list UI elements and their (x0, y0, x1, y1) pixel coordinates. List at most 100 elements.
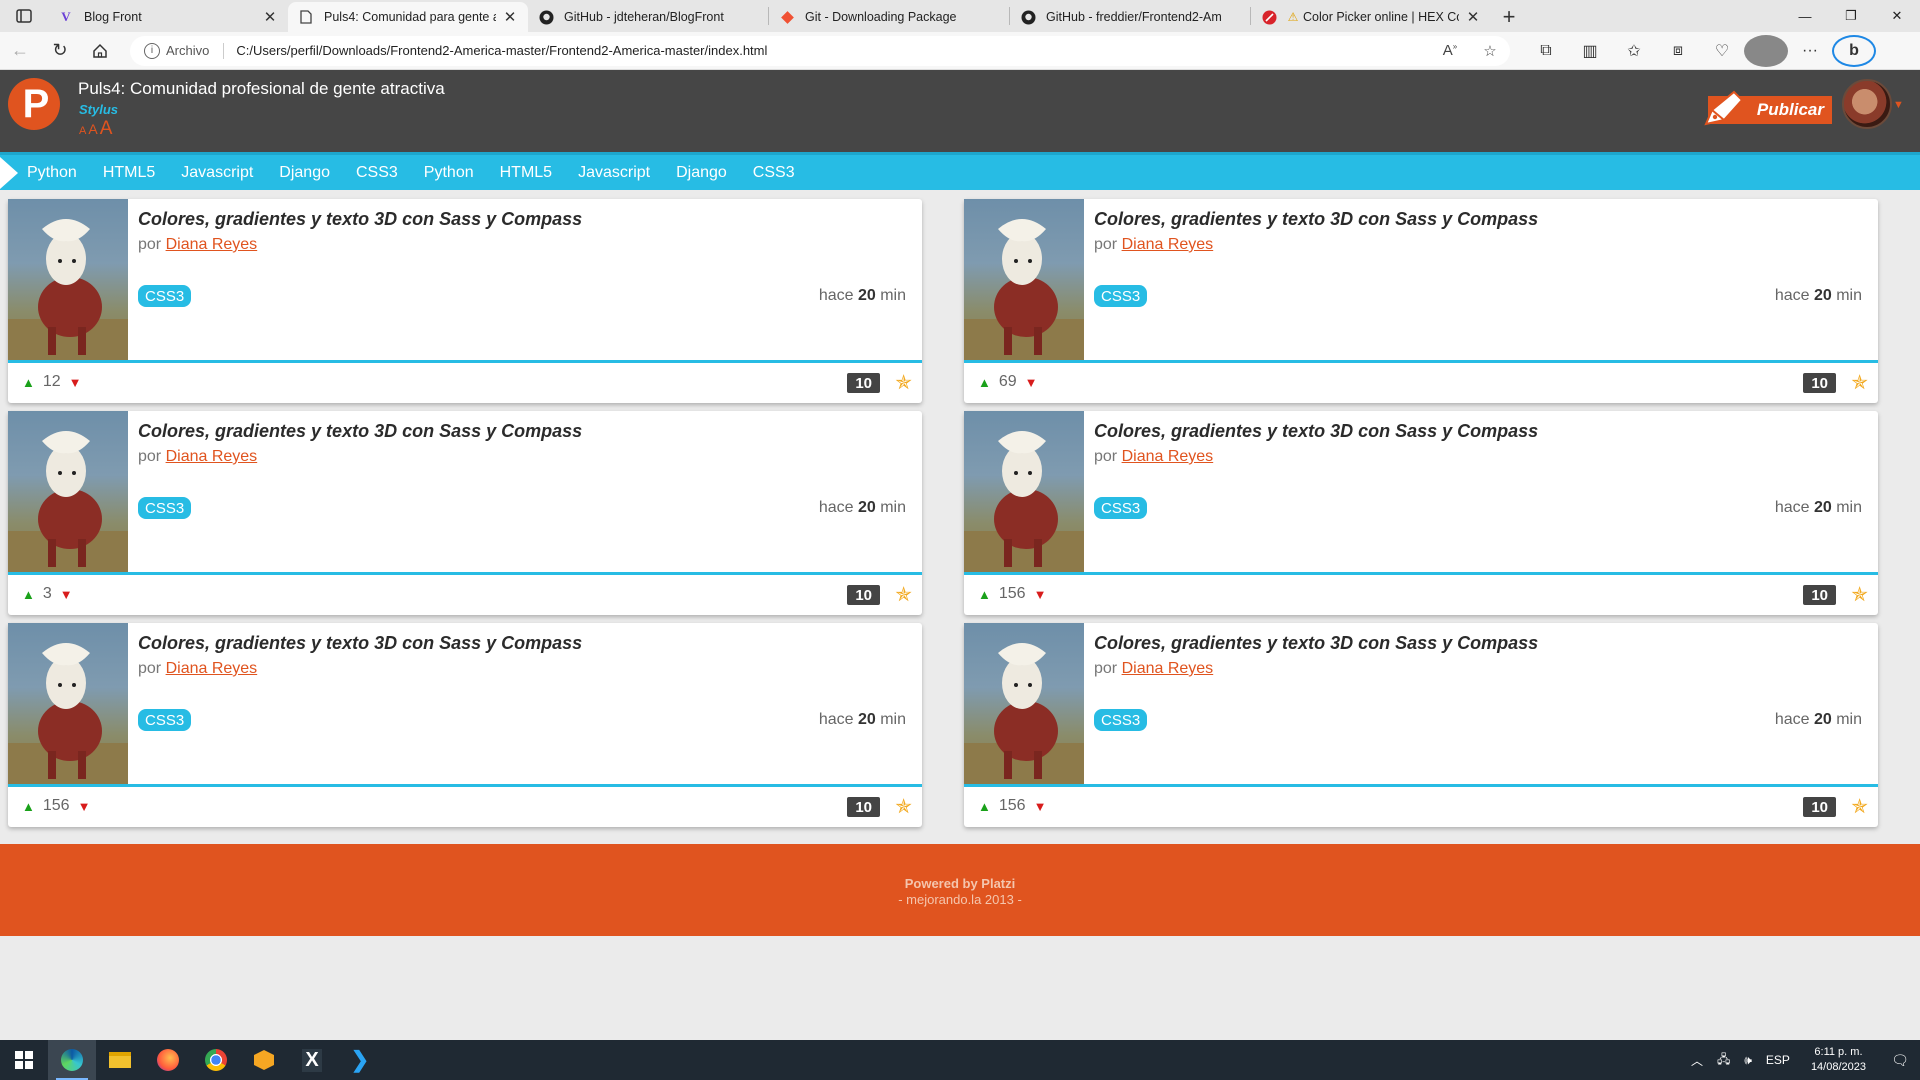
favorite-star-icon[interactable]: ☆ (1470, 42, 1510, 60)
upvote-icon[interactable]: ▲ (22, 375, 35, 390)
nav-tag-django[interactable]: Django (279, 164, 330, 182)
post-thumbnail[interactable] (964, 199, 1084, 360)
notifications-icon[interactable]: 🗨 (1880, 1040, 1920, 1080)
bing-chat-icon[interactable]: b (1832, 34, 1876, 67)
font-size-medium[interactable]: A (88, 121, 97, 137)
post-tag[interactable]: CSS3 (138, 497, 192, 519)
post-tag[interactable]: CSS3 (1094, 285, 1148, 307)
chevron-up-icon[interactable]: ︿ (1691, 1052, 1703, 1069)
downvote-icon[interactable]: ▼ (1025, 375, 1038, 390)
downvote-icon[interactable]: ▼ (69, 375, 82, 390)
star-icon[interactable]: ✯ (895, 794, 912, 819)
site-logo[interactable]: P (8, 78, 60, 130)
author-link[interactable]: Diana Reyes (1122, 660, 1214, 677)
volume-icon[interactable]: 🕪 (1744, 1053, 1752, 1068)
taskbar-x-app[interactable]: X (288, 1040, 336, 1080)
downvote-icon[interactable]: ▼ (1034, 799, 1047, 814)
author-link[interactable]: Diana Reyes (166, 236, 258, 253)
minimize-icon[interactable]: — (1782, 0, 1828, 32)
home-button[interactable] (80, 35, 120, 67)
clock[interactable]: 6:11 p. m. 14/08/2023 (1811, 1045, 1866, 1075)
favorites-icon[interactable]: ✩ (1612, 35, 1656, 67)
start-button[interactable] (0, 1040, 48, 1080)
post-tag[interactable]: CSS3 (138, 285, 192, 307)
nav-tag-css3[interactable]: CSS3 (753, 164, 795, 182)
read-aloud-icon[interactable]: A» (1430, 42, 1470, 59)
upvote-icon[interactable]: ▲ (978, 799, 991, 814)
address-url[interactable]: C:/Users/perfil/Downloads/Frontend2-Amer… (236, 43, 1430, 58)
post-title[interactable]: Colores, gradientes y texto 3D con Sass … (1094, 209, 1538, 230)
author-link[interactable]: Diana Reyes (166, 660, 258, 677)
taskbar-chrome[interactable] (192, 1040, 240, 1080)
browser-tab[interactable]: GitHub - freddier/Frontend2-Am (1010, 2, 1250, 32)
author-link[interactable]: Diana Reyes (1122, 448, 1214, 465)
taskbar-edge[interactable] (48, 1040, 96, 1080)
nav-tag-html5[interactable]: HTML5 (103, 164, 155, 182)
taskbar-file-explorer[interactable] (96, 1040, 144, 1080)
upvote-icon[interactable]: ▲ (22, 799, 35, 814)
post-title[interactable]: Colores, gradientes y texto 3D con Sass … (138, 633, 582, 654)
browser-tab[interactable]: Git - Downloading Package (769, 2, 1009, 32)
network-icon[interactable]: 🖧 (1717, 1050, 1730, 1071)
taskbar-vscode[interactable]: ❯ (336, 1040, 384, 1080)
star-icon[interactable]: ✯ (895, 582, 912, 607)
tab-actions-button[interactable] (0, 0, 48, 32)
font-size-small[interactable]: A (79, 125, 86, 137)
upvote-icon[interactable]: ▲ (978, 587, 991, 602)
chevron-down-icon[interactable]: ▼ (1893, 99, 1904, 111)
avatar[interactable] (1842, 79, 1892, 129)
reload-button[interactable]: ↻ (40, 35, 80, 67)
star-icon[interactable]: ✯ (895, 370, 912, 395)
downvote-icon[interactable]: ▼ (60, 587, 73, 602)
star-icon[interactable]: ✯ (1851, 370, 1868, 395)
close-tab-icon[interactable]: ✕ (262, 8, 278, 26)
browser-essentials-icon[interactable]: ♡ (1700, 35, 1744, 67)
profile-icon[interactable] (1744, 34, 1788, 67)
post-tag[interactable]: CSS3 (1094, 709, 1148, 731)
nav-tag-javascript[interactable]: Javascript (181, 164, 253, 182)
upvote-icon[interactable]: ▲ (978, 375, 991, 390)
restore-icon[interactable]: ❐ (1828, 0, 1874, 32)
browser-tab[interactable]: V Blog Front ✕ (48, 2, 288, 32)
more-menu-icon[interactable]: ··· (1788, 35, 1832, 67)
font-size-large[interactable]: A (100, 118, 113, 140)
post-thumbnail[interactable] (8, 623, 128, 784)
close-tab-icon[interactable]: ✕ (502, 8, 518, 26)
post-thumbnail[interactable] (964, 623, 1084, 784)
browser-tab[interactable]: ⚠ Color Picker online | HEX Colo ✕ (1251, 2, 1491, 32)
nav-tag-python[interactable]: Python (27, 164, 77, 182)
downvote-icon[interactable]: ▼ (1034, 587, 1047, 602)
post-thumbnail[interactable] (964, 411, 1084, 572)
star-icon[interactable]: ✯ (1851, 582, 1868, 607)
split-screen-icon[interactable]: ▥ (1568, 35, 1612, 67)
post-thumbnail[interactable] (8, 199, 128, 360)
back-button[interactable]: ← (0, 35, 40, 67)
taskbar-firefox[interactable] (144, 1040, 192, 1080)
post-thumbnail[interactable] (8, 411, 128, 572)
extensions-icon[interactable]: ⧉ (1524, 35, 1568, 67)
post-title[interactable]: Colores, gradientes y texto 3D con Sass … (138, 421, 582, 442)
close-tab-icon[interactable]: ✕ (1465, 8, 1481, 26)
collections-icon[interactable]: ⧈ (1656, 35, 1700, 67)
post-tag[interactable]: CSS3 (1094, 497, 1148, 519)
new-tab-button[interactable]: + (1491, 2, 1527, 32)
address-bar[interactable]: i Archivo C:/Users/perfil/Downloads/Fron… (130, 35, 1510, 66)
taskbar-app-cube[interactable] (240, 1040, 288, 1080)
post-title[interactable]: Colores, gradientes y texto 3D con Sass … (138, 209, 582, 230)
info-icon[interactable]: i (144, 42, 160, 59)
author-link[interactable]: Diana Reyes (1122, 236, 1214, 253)
nav-tag-css3[interactable]: CSS3 (356, 164, 398, 182)
nav-tag-html5[interactable]: HTML5 (500, 164, 552, 182)
browser-tab[interactable]: GitHub - jdteheran/BlogFront (528, 2, 768, 32)
nav-tag-javascript[interactable]: Javascript (578, 164, 650, 182)
language-indicator[interactable]: ESP (1766, 1053, 1790, 1067)
nav-tag-python[interactable]: Python (424, 164, 474, 182)
close-window-icon[interactable]: ✕ (1874, 0, 1920, 32)
upvote-icon[interactable]: ▲ (22, 587, 35, 602)
star-icon[interactable]: ✯ (1851, 794, 1868, 819)
author-link[interactable]: Diana Reyes (166, 448, 258, 465)
post-title[interactable]: Colores, gradientes y texto 3D con Sass … (1094, 421, 1538, 442)
post-tag[interactable]: CSS3 (138, 709, 192, 731)
downvote-icon[interactable]: ▼ (78, 799, 91, 814)
browser-tab-active[interactable]: Puls4: Comunidad para gente atr ✕ (288, 2, 528, 32)
